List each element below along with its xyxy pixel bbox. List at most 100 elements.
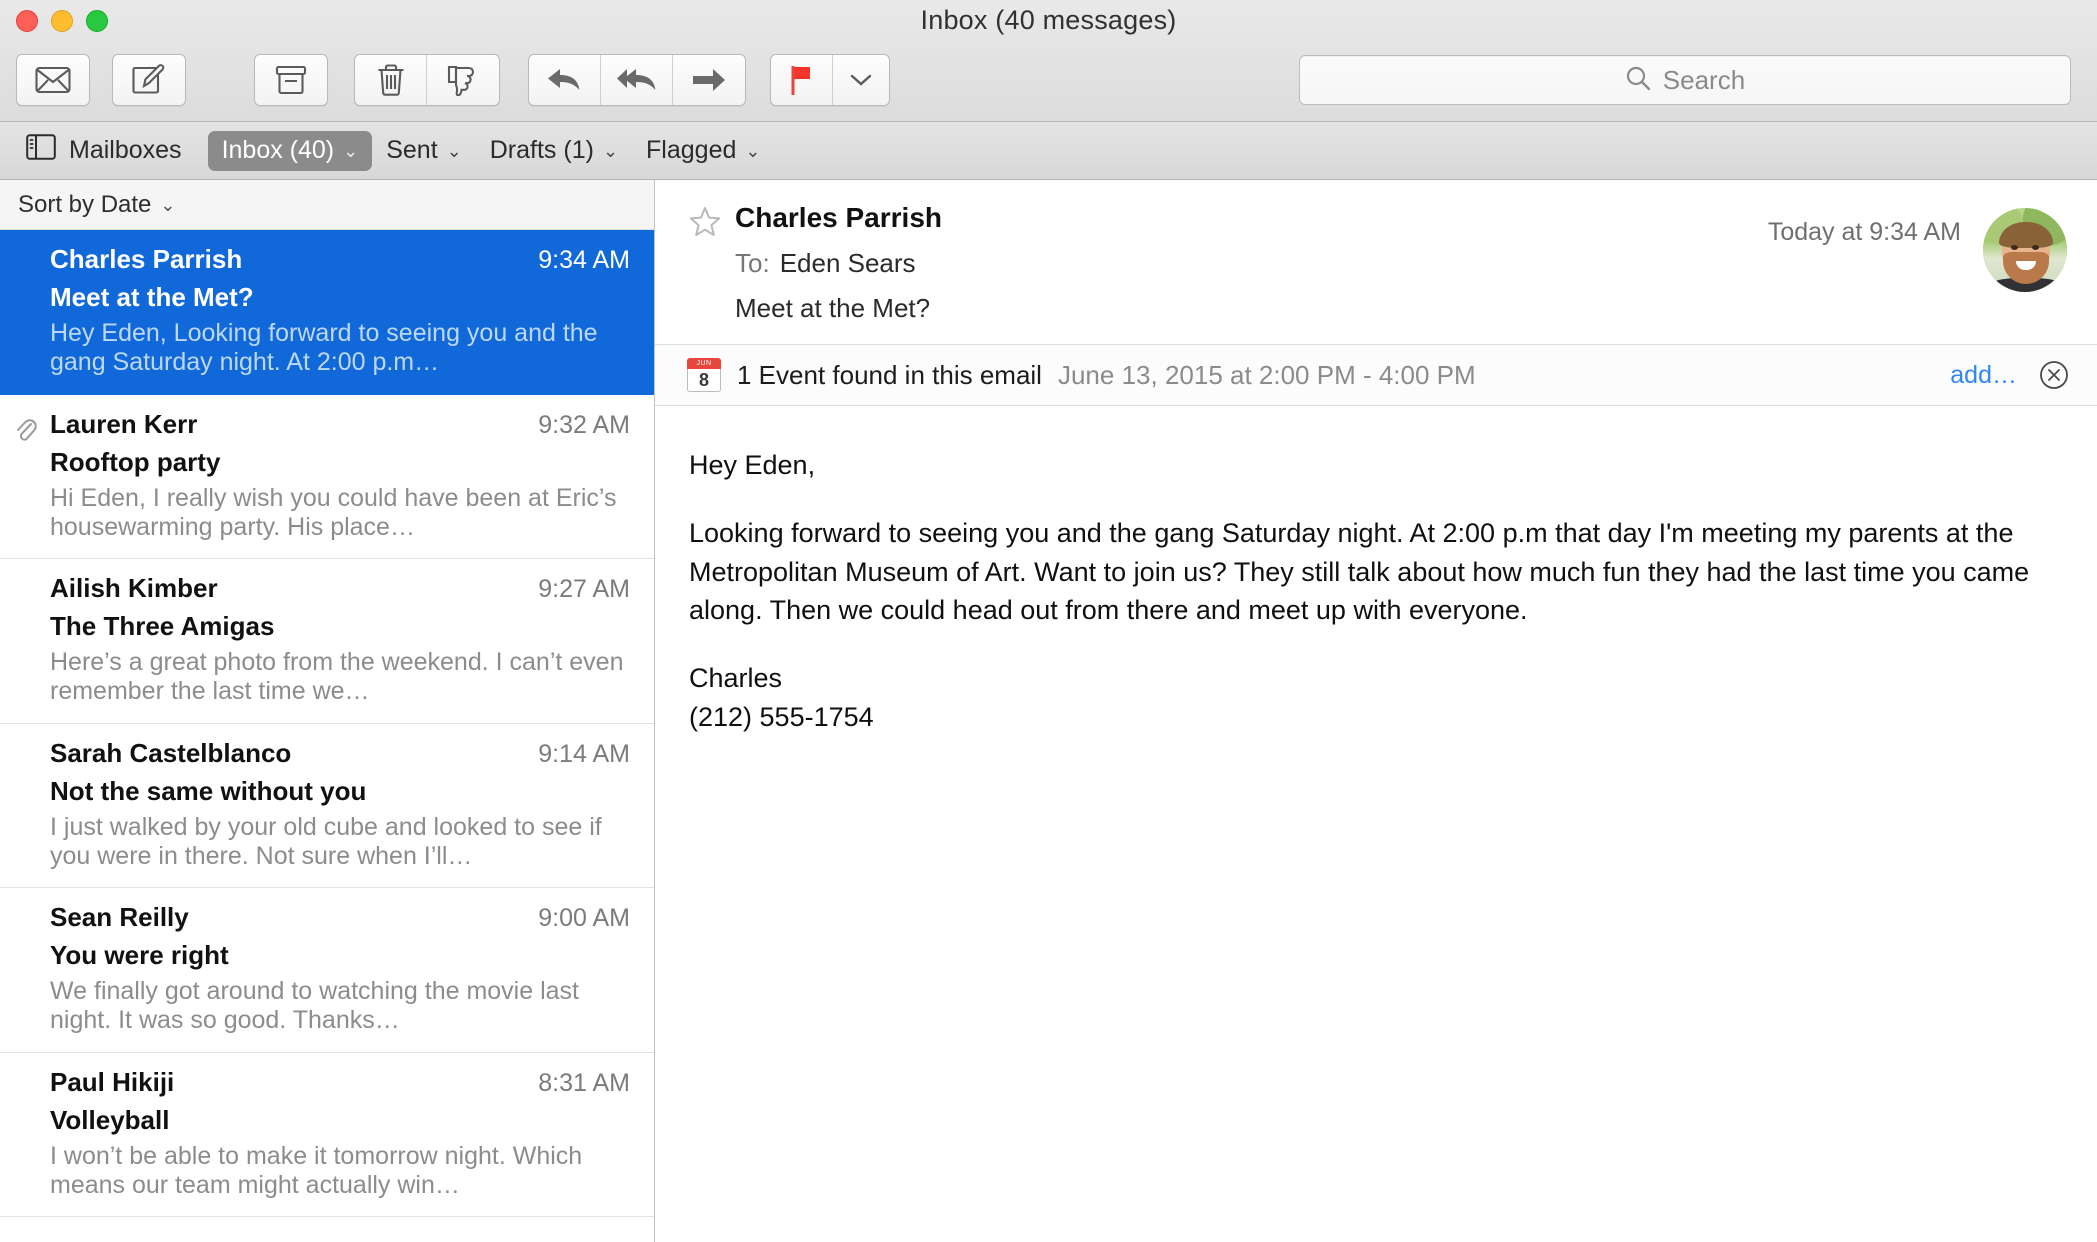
message-snippet: Here’s a great photo from the weekend. I… xyxy=(50,648,624,706)
message-sender: Sarah Castelblanco xyxy=(50,737,292,768)
message-header: Charles Parrish To: Eden Sears Meet at th… xyxy=(655,180,2097,344)
window-toolbar: Inbox (40 messages) Search xyxy=(0,0,2097,122)
message-list-item[interactable]: Sean Reilly 9:00 AM You were right We fi… xyxy=(0,888,654,1053)
signature-phone: (212) 555-1754 xyxy=(689,701,874,732)
message-snippet: We finally got around to watching the mo… xyxy=(50,977,579,1035)
message-time: 8:31 AM xyxy=(538,1068,630,1097)
forward-arrow-icon xyxy=(691,66,727,94)
message-snippet: I just walked by your old cube and looke… xyxy=(50,812,602,870)
sender-avatar[interactable] xyxy=(1983,208,2067,292)
envelope-icon xyxy=(35,66,71,94)
message-sender-name: Charles Parrish xyxy=(735,202,942,233)
calendar-icon: JUN 8 xyxy=(687,358,721,392)
message-snippet: Hi Eden, I really wish you could have be… xyxy=(50,483,617,541)
favorite-sent[interactable]: Sent ⌄ xyxy=(372,131,476,171)
get-mail-button[interactable] xyxy=(17,55,89,105)
delete-junk-group xyxy=(354,54,500,106)
message-time: 9:34 AM xyxy=(538,246,630,274)
calendar-day: 8 xyxy=(687,369,721,392)
favorite-flagged-label: Flagged xyxy=(646,136,737,164)
message-sender: Paul Hikiji xyxy=(50,1066,175,1097)
add-event-button[interactable]: add… xyxy=(1950,361,2017,390)
close-circle-icon[interactable] xyxy=(2039,360,2069,390)
to-label: To: xyxy=(735,248,770,278)
archive-box-icon xyxy=(274,64,308,96)
message-list-item[interactable]: Paul Hikiji 8:31 AM Volleyball I won’t b… xyxy=(0,1053,654,1217)
red-flag-icon xyxy=(788,64,816,96)
favorite-flagged[interactable]: Flagged ⌄ xyxy=(632,131,774,171)
reply-all-arrow-icon xyxy=(616,65,658,95)
sidebar-toggle-icon xyxy=(26,134,56,167)
favorite-drafts-label: Drafts (1) xyxy=(489,136,594,164)
message-body-greeting: Hey Eden, xyxy=(689,450,816,480)
chevron-down-icon: ⌄ xyxy=(745,140,761,161)
trash-icon xyxy=(376,63,406,97)
message-subject-line: Meet at the Met? xyxy=(735,293,931,323)
search-icon xyxy=(1625,65,1651,96)
message-subject: You were right xyxy=(50,940,229,970)
chevron-down-icon: ⌄ xyxy=(446,140,462,161)
message-snippet: I won’t be able to make it tomorrow nigh… xyxy=(50,1141,583,1199)
message-subject: Volleyball xyxy=(50,1104,170,1135)
star-outline-icon xyxy=(689,207,721,241)
message-list-item[interactable]: Lauren Kerr 9:32 AM Rooftop party Hi Ede… xyxy=(0,395,654,559)
chevron-down-icon xyxy=(850,73,872,87)
compose-icon xyxy=(132,64,166,96)
message-subject: Not the same without you xyxy=(50,775,367,806)
mailboxes-label: Mailboxes xyxy=(69,136,182,164)
search-placeholder-text: Search xyxy=(1662,64,1746,95)
message-body-paragraph: Looking forward to seeing you and the ga… xyxy=(689,518,2030,625)
chevron-down-icon: ⌄ xyxy=(602,140,619,161)
message-list-item[interactable]: Ailish Kimber 9:27 AM The Three Amigas H… xyxy=(0,559,654,724)
favorite-inbox[interactable]: Inbox (40) ⌄ xyxy=(207,130,373,171)
sort-control[interactable]: Sort by Date ⌄ xyxy=(0,180,654,230)
message-time: 9:27 AM xyxy=(538,575,630,603)
message-list[interactable]: Charles Parrish 9:34 AM Meet at the Met?… xyxy=(0,230,654,1242)
compose-button[interactable] xyxy=(113,55,185,105)
message-date: Today at 9:34 AM xyxy=(1767,218,1961,246)
main-split: Sort by Date ⌄ Charles Parrish 9:34 AM M… xyxy=(0,180,2097,1242)
reply-all-button[interactable] xyxy=(601,55,673,105)
chevron-down-icon: ⌄ xyxy=(160,194,176,215)
event-banner-datetime: June 13, 2015 at 2:00 PM - 4:00 PM xyxy=(1057,359,1476,390)
flag-group xyxy=(770,54,890,106)
mail-actions-group xyxy=(16,54,90,106)
message-recipients: To: Eden Sears xyxy=(735,248,1768,279)
flag-button[interactable] xyxy=(771,55,833,105)
mail-window: Inbox (40 messages) Search Mailboxes Inb… xyxy=(0,0,2097,1242)
star-button[interactable] xyxy=(689,202,735,242)
reading-pane: Charles Parrish To: Eden Sears Meet at th… xyxy=(655,180,2097,1242)
to-recipient[interactable]: Eden Sears xyxy=(780,248,916,278)
message-list-item[interactable]: Charles Parrish 9:34 AM Meet at the Met?… xyxy=(0,230,654,395)
toolbar-buttons-row: Search xyxy=(0,52,2097,108)
message-subject: Meet at the Met? xyxy=(50,282,254,312)
chevron-down-icon: ⌄ xyxy=(343,140,359,161)
event-banner-actions: add… xyxy=(1950,360,2069,390)
forward-button[interactable] xyxy=(673,55,745,105)
message-list-pane: Sort by Date ⌄ Charles Parrish 9:34 AM M… xyxy=(0,180,655,1242)
favorite-inbox-label: Inbox (40) xyxy=(221,136,335,164)
message-time: 9:00 AM xyxy=(538,904,630,932)
message-snippet: Hey Eden, Looking forward to seeing you … xyxy=(50,319,598,377)
favorite-drafts[interactable]: Drafts (1) ⌄ xyxy=(476,131,632,171)
junk-button[interactable] xyxy=(427,55,499,105)
delete-button[interactable] xyxy=(355,55,427,105)
message-body-signature: Charles (212) 555-1754 xyxy=(689,659,2063,736)
sort-label: Sort by Date xyxy=(18,190,152,218)
thumbs-down-icon xyxy=(446,64,480,96)
archive-group xyxy=(254,54,328,106)
favorite-sent-label: Sent xyxy=(386,136,438,164)
message-sender: Lauren Kerr xyxy=(50,408,198,439)
flag-dropdown-button[interactable] xyxy=(833,55,889,105)
message-subject: The Three Amigas xyxy=(50,611,275,641)
message-time: 9:32 AM xyxy=(538,410,630,439)
mailboxes-toggle-button[interactable]: Mailboxes xyxy=(22,131,196,171)
archive-button[interactable] xyxy=(255,55,327,105)
message-sender: Charles Parrish xyxy=(50,244,243,274)
compose-group xyxy=(112,54,186,106)
search-input[interactable]: Search xyxy=(1299,55,2071,105)
message-sender: Ailish Kimber xyxy=(50,573,218,603)
reply-button[interactable] xyxy=(529,55,601,105)
message-time: 9:14 AM xyxy=(538,739,630,768)
message-list-item[interactable]: Sarah Castelblanco 9:14 AM Not the same … xyxy=(0,724,654,888)
